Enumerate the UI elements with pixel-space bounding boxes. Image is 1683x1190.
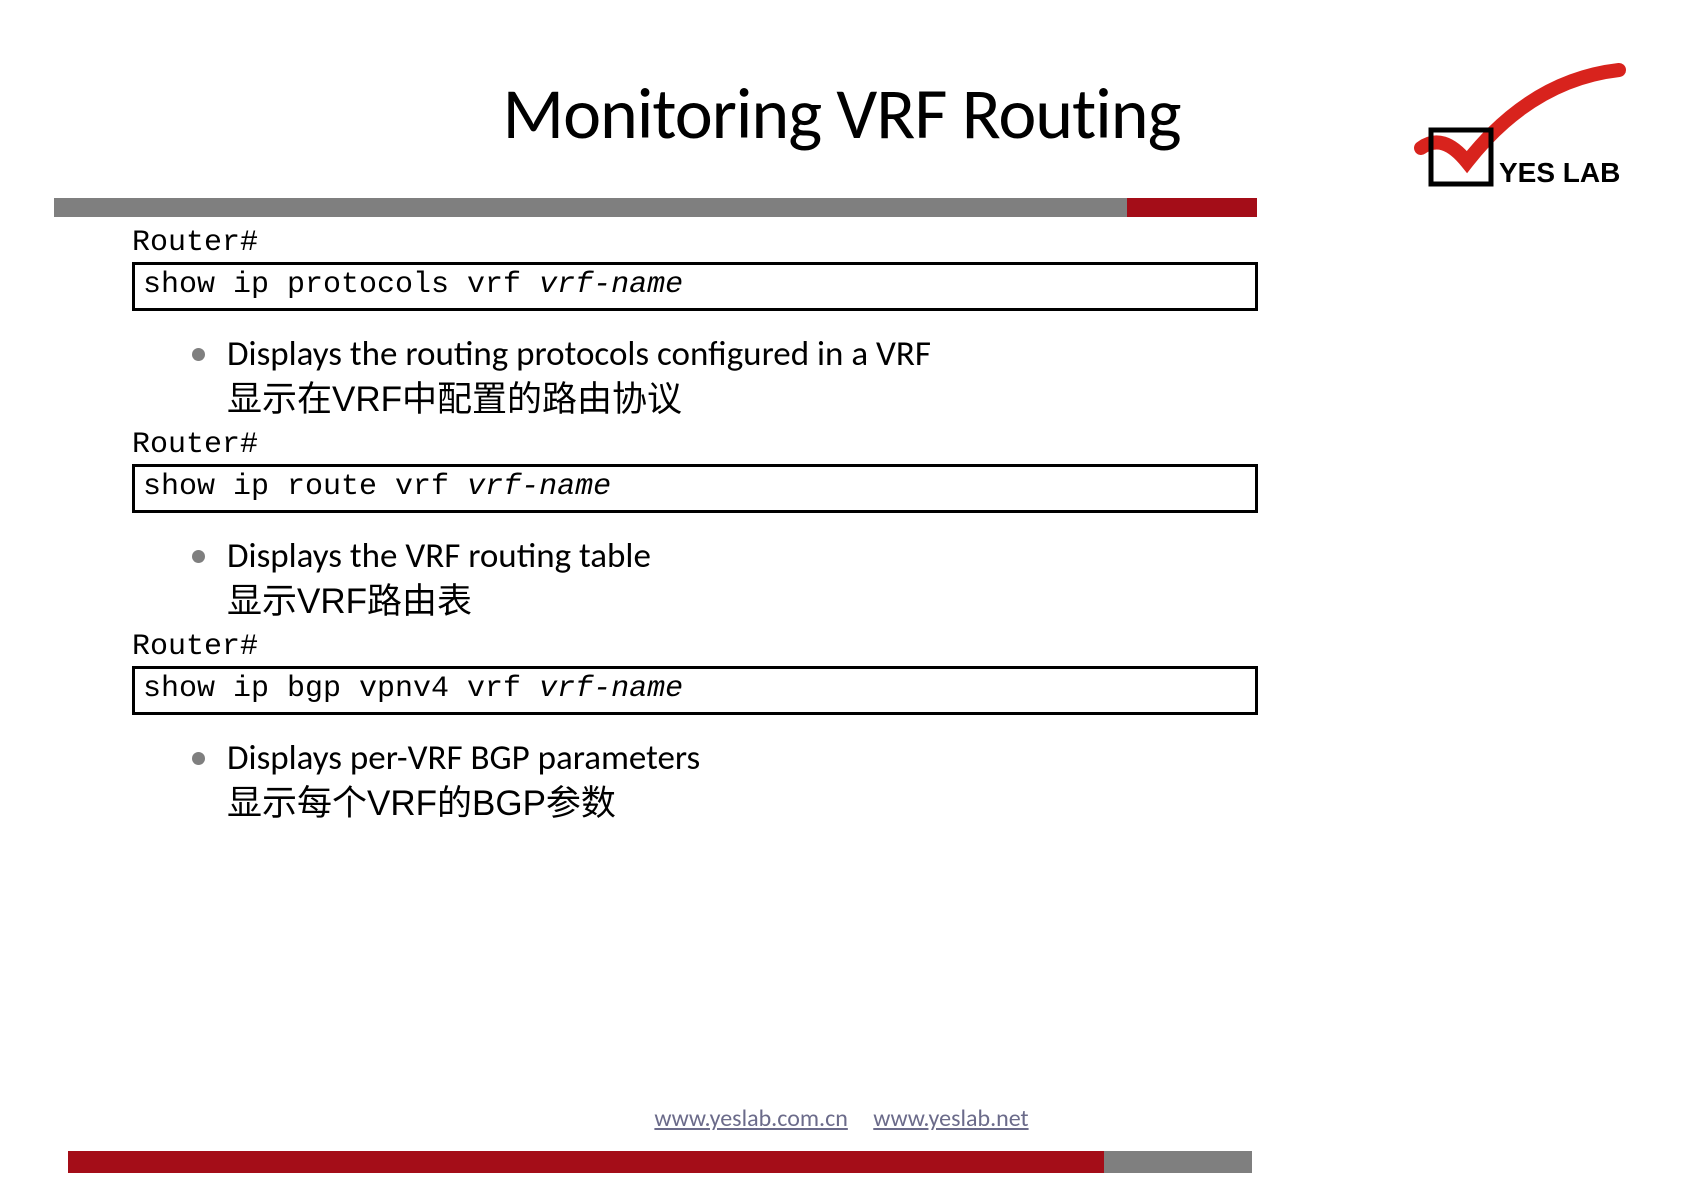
bullet-icon: [192, 550, 205, 563]
router-prompt: Router#: [132, 226, 1262, 260]
router-prompt: Router#: [132, 428, 1262, 462]
content-area: Router# show ip protocols vrf vrf-name D…: [132, 220, 1262, 832]
footer-link-1[interactable]: www.yeslab.com.cn: [654, 1104, 847, 1133]
command-box: show ip bgp vpnv4 vrf vrf-name: [132, 666, 1258, 715]
bullet-icon: [192, 752, 205, 765]
logo-text: YES LAB: [1499, 157, 1620, 188]
command-argument: vrf-name: [467, 470, 611, 504]
slide: Monitoring VRF Routing YES LAB Router# s…: [0, 0, 1683, 1190]
bullet-english: Displays the routing protocols configure…: [227, 333, 931, 377]
bullet-icon: [192, 348, 205, 361]
footer-red-bar: [68, 1151, 1105, 1173]
bullet-block: Displays per-VRF BGP parameters 显示每个VRF的…: [192, 737, 1262, 827]
bullet-chinese: 显示每个VRF的BGP参数: [227, 782, 1262, 826]
footer-links: www.yeslab.com.cn www.yeslab.net: [0, 1104, 1683, 1133]
header-red-bar: [1127, 198, 1257, 217]
bullet-block: Displays the routing protocols configure…: [192, 333, 1262, 423]
header-gray-bar: [54, 198, 1127, 217]
command-argument: vrf-name: [539, 672, 683, 706]
yeslab-logo: YES LAB: [1401, 60, 1631, 190]
bullet-row: Displays the routing protocols configure…: [192, 333, 1262, 377]
bullet-english: Displays per-VRF BGP parameters: [227, 737, 700, 781]
bullet-block: Displays the VRF routing table 显示VRF路由表: [192, 535, 1262, 625]
command-box: show ip route vrf vrf-name: [132, 464, 1258, 513]
command-text: show ip route vrf: [143, 470, 467, 504]
bullet-row: Displays the VRF routing table: [192, 535, 1262, 579]
bullet-chinese: 显示在VRF中配置的路由协议: [227, 378, 1262, 422]
bullet-english: Displays the VRF routing table: [227, 535, 651, 579]
footer-gray-bar: [1104, 1151, 1252, 1173]
command-text: show ip protocols vrf: [143, 268, 539, 302]
command-argument: vrf-name: [539, 268, 683, 302]
bullet-chinese: 显示VRF路由表: [227, 580, 1262, 624]
command-text: show ip bgp vpnv4 vrf: [143, 672, 539, 706]
command-box: show ip protocols vrf vrf-name: [132, 262, 1258, 311]
footer-link-2[interactable]: www.yeslab.net: [873, 1104, 1028, 1133]
router-prompt: Router#: [132, 630, 1262, 664]
bullet-row: Displays per-VRF BGP parameters: [192, 737, 1262, 781]
